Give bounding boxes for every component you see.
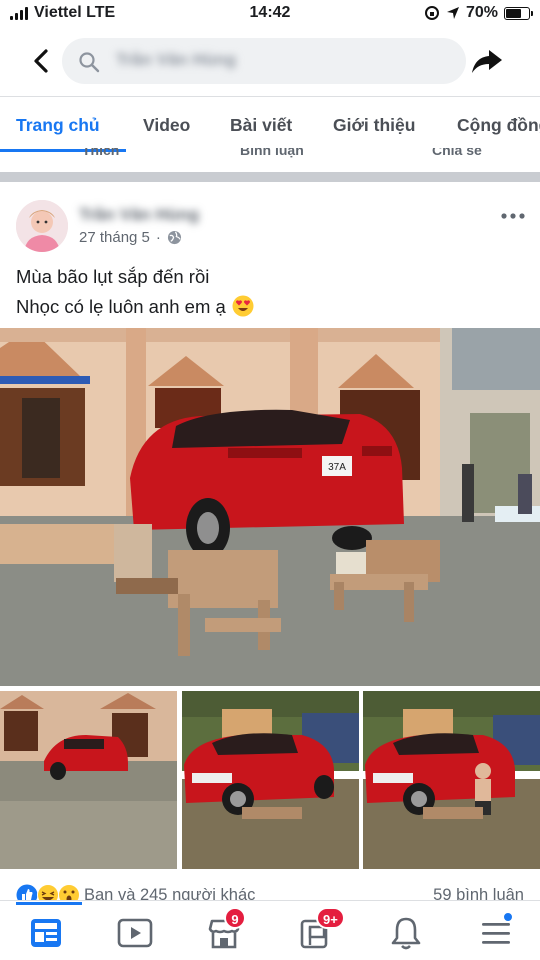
avatar[interactable] <box>16 200 68 252</box>
post-text-line-1: Mùa bão lụt sắp đến rồi <box>16 266 210 287</box>
search-text: Trần Văn Hùng <box>116 50 236 69</box>
tab-posts[interactable]: Bài viết <box>230 115 292 136</box>
nav-marketplace[interactable]: 9 <box>204 907 246 953</box>
share-action-peek: Chia sẻ <box>432 148 482 158</box>
flooded-garage-photo <box>182 691 359 869</box>
post-photo-main[interactable]: 37A <box>0 328 540 686</box>
license-plate: 37A <box>328 462 346 473</box>
reaction-underline <box>16 902 82 905</box>
post-text-line-2-text: Nhọc có lẹ luôn anh em ạ <box>16 296 226 317</box>
flooded-house-photo <box>0 691 177 869</box>
video-play-icon <box>117 918 153 948</box>
marketplace-badge: 9 <box>224 907 246 929</box>
like-action-peek: Thích <box>82 148 120 158</box>
author-name[interactable]: Trần Văn Hùng <box>79 205 199 225</box>
bottom-nav: 9 9+ <box>0 900 540 960</box>
share-icon[interactable] <box>470 44 504 78</box>
post-photo-thumb-1[interactable] <box>0 691 177 869</box>
car-on-benches-photo: 37A <box>0 328 540 686</box>
battery-percent: 70% <box>465 4 498 21</box>
heart-eyes-emoji-icon <box>232 295 254 317</box>
pages-badge: 9+ <box>316 907 345 929</box>
post-text: Mùa bão lụt sắp đến rồi Nhọc có lẹ luôn … <box>16 262 254 322</box>
nav-menu[interactable] <box>476 911 516 953</box>
location-arrow-icon <box>446 7 459 19</box>
post-photo-thumb-2[interactable] <box>182 691 359 869</box>
tab-video[interactable]: Video <box>143 115 190 136</box>
status-right: 70% <box>424 4 533 22</box>
top-nav: Trần Văn Hùng <box>0 30 540 92</box>
meta-separator: · <box>155 229 161 246</box>
post-meta: 27 tháng 5 · <box>79 229 182 246</box>
comment-action-peek: Bình luận <box>240 148 304 158</box>
news-feed-icon <box>31 919 61 947</box>
menu-dot-badge <box>502 911 514 923</box>
back-arrow-icon[interactable] <box>28 46 54 76</box>
post-text-line-2: Nhọc có lẹ luôn anh em ạ <box>16 292 254 322</box>
nav-news-feed[interactable] <box>26 913 66 953</box>
globe-icon <box>167 230 181 245</box>
search-icon <box>79 52 100 73</box>
status-bar: Viettel LTE 14:42 70% <box>0 0 540 28</box>
nav-pages[interactable]: 9+ <box>296 907 345 953</box>
battery-icon <box>504 6 533 20</box>
bell-icon <box>391 917 421 950</box>
rotation-lock-icon <box>424 6 439 20</box>
post-photo-thumb-3[interactable] <box>363 691 540 869</box>
more-options-icon[interactable] <box>500 208 526 224</box>
nav-watch[interactable] <box>115 913 155 953</box>
feed-separator <box>0 172 540 182</box>
page-tabs: Trang chủ Video Bài viết Giới thiệu Cộng… <box>0 96 540 152</box>
tab-home[interactable]: Trang chủ <box>16 115 100 136</box>
search-bar[interactable]: Trần Văn Hùng <box>62 38 466 84</box>
tab-community[interactable]: Cộng đồng <box>457 115 540 136</box>
action-row-peek: Thích Bình luận Chia sẻ <box>0 148 540 160</box>
tab-about[interactable]: Giới thiệu <box>333 115 415 136</box>
nav-notifications[interactable] <box>386 913 426 953</box>
avatar-image <box>16 200 68 252</box>
post-date[interactable]: 27 tháng 5 <box>79 229 150 246</box>
flooded-garage-person-photo <box>363 691 540 869</box>
